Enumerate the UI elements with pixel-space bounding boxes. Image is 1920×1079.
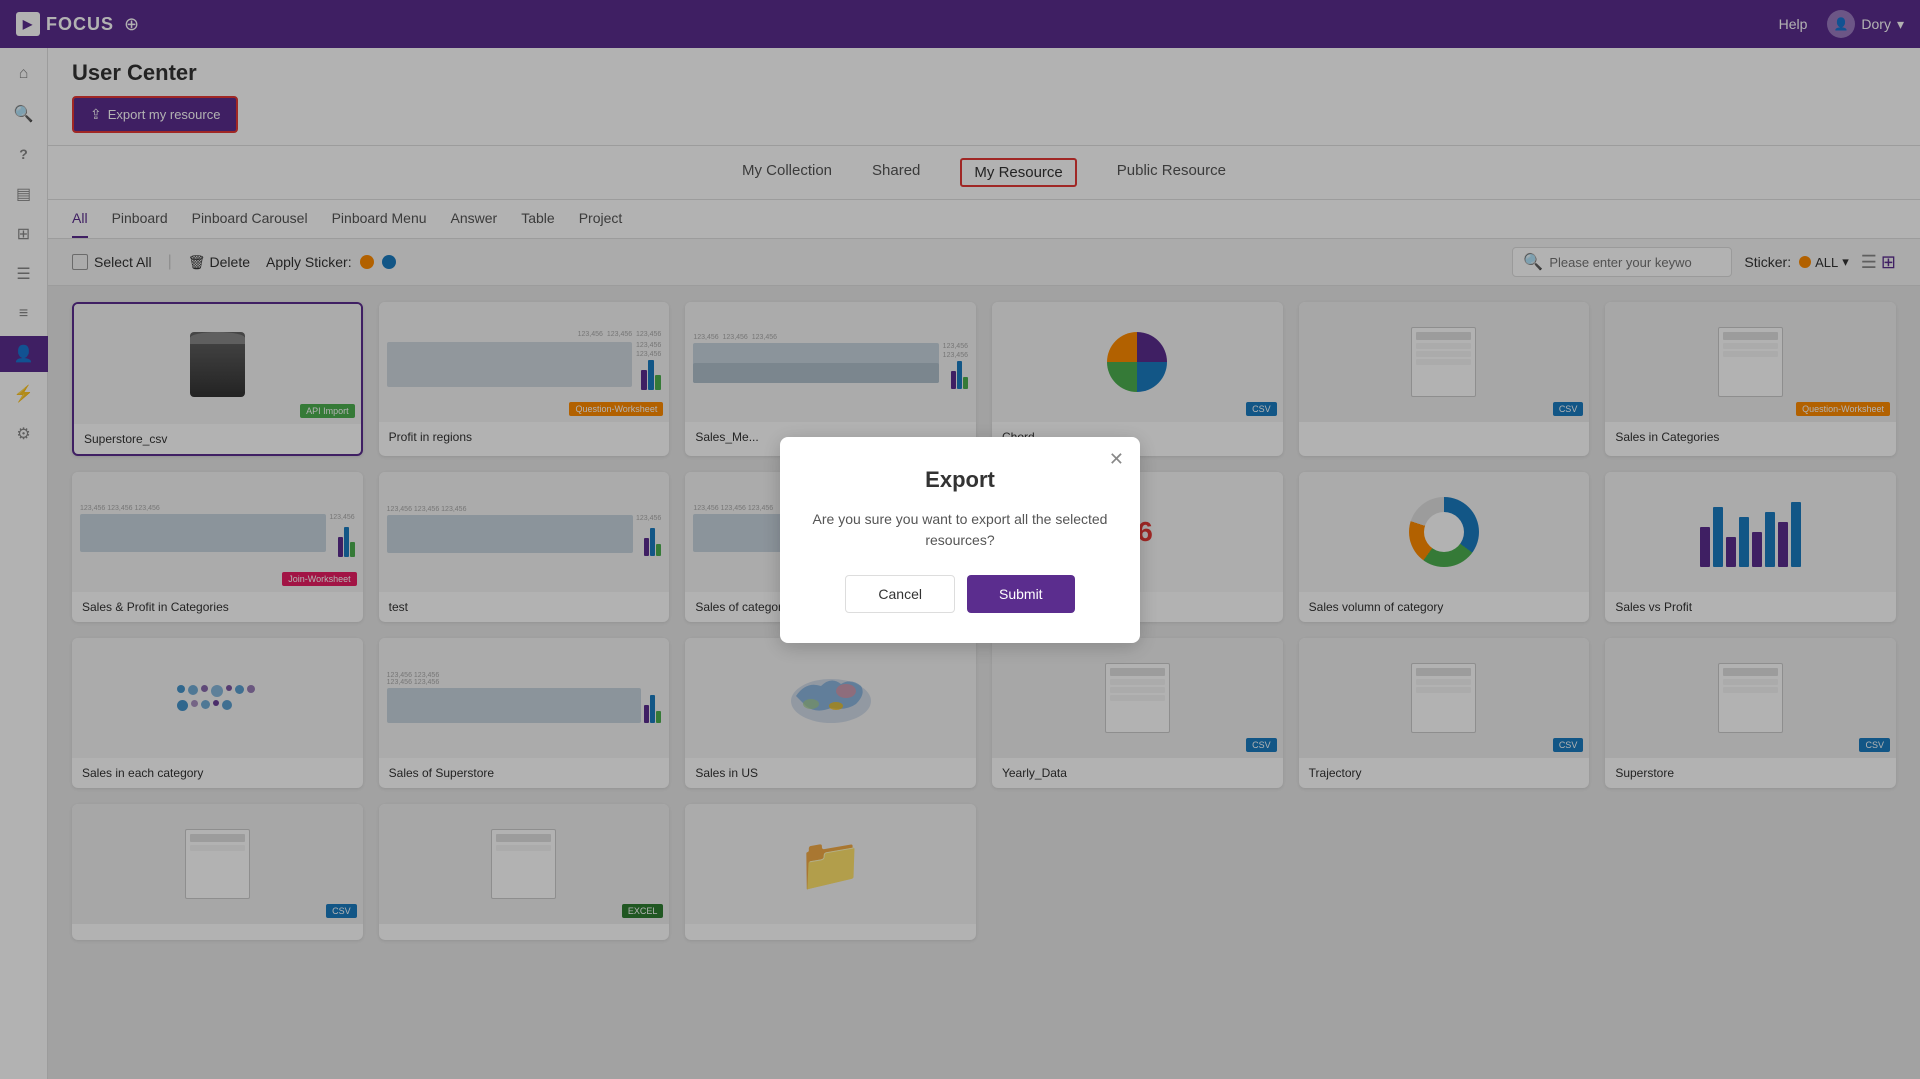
modal-overlay: ✕ Export Are you sure you want to export…	[0, 0, 1920, 1079]
cancel-button[interactable]: Cancel	[845, 575, 955, 613]
modal-title: Export	[810, 467, 1110, 493]
submit-button[interactable]: Submit	[967, 575, 1075, 613]
modal-actions: Cancel Submit	[810, 575, 1110, 613]
modal-body: Are you sure you want to export all the …	[810, 509, 1110, 551]
modal-close-button[interactable]: ✕	[1109, 449, 1124, 470]
export-modal: ✕ Export Are you sure you want to export…	[780, 437, 1140, 643]
